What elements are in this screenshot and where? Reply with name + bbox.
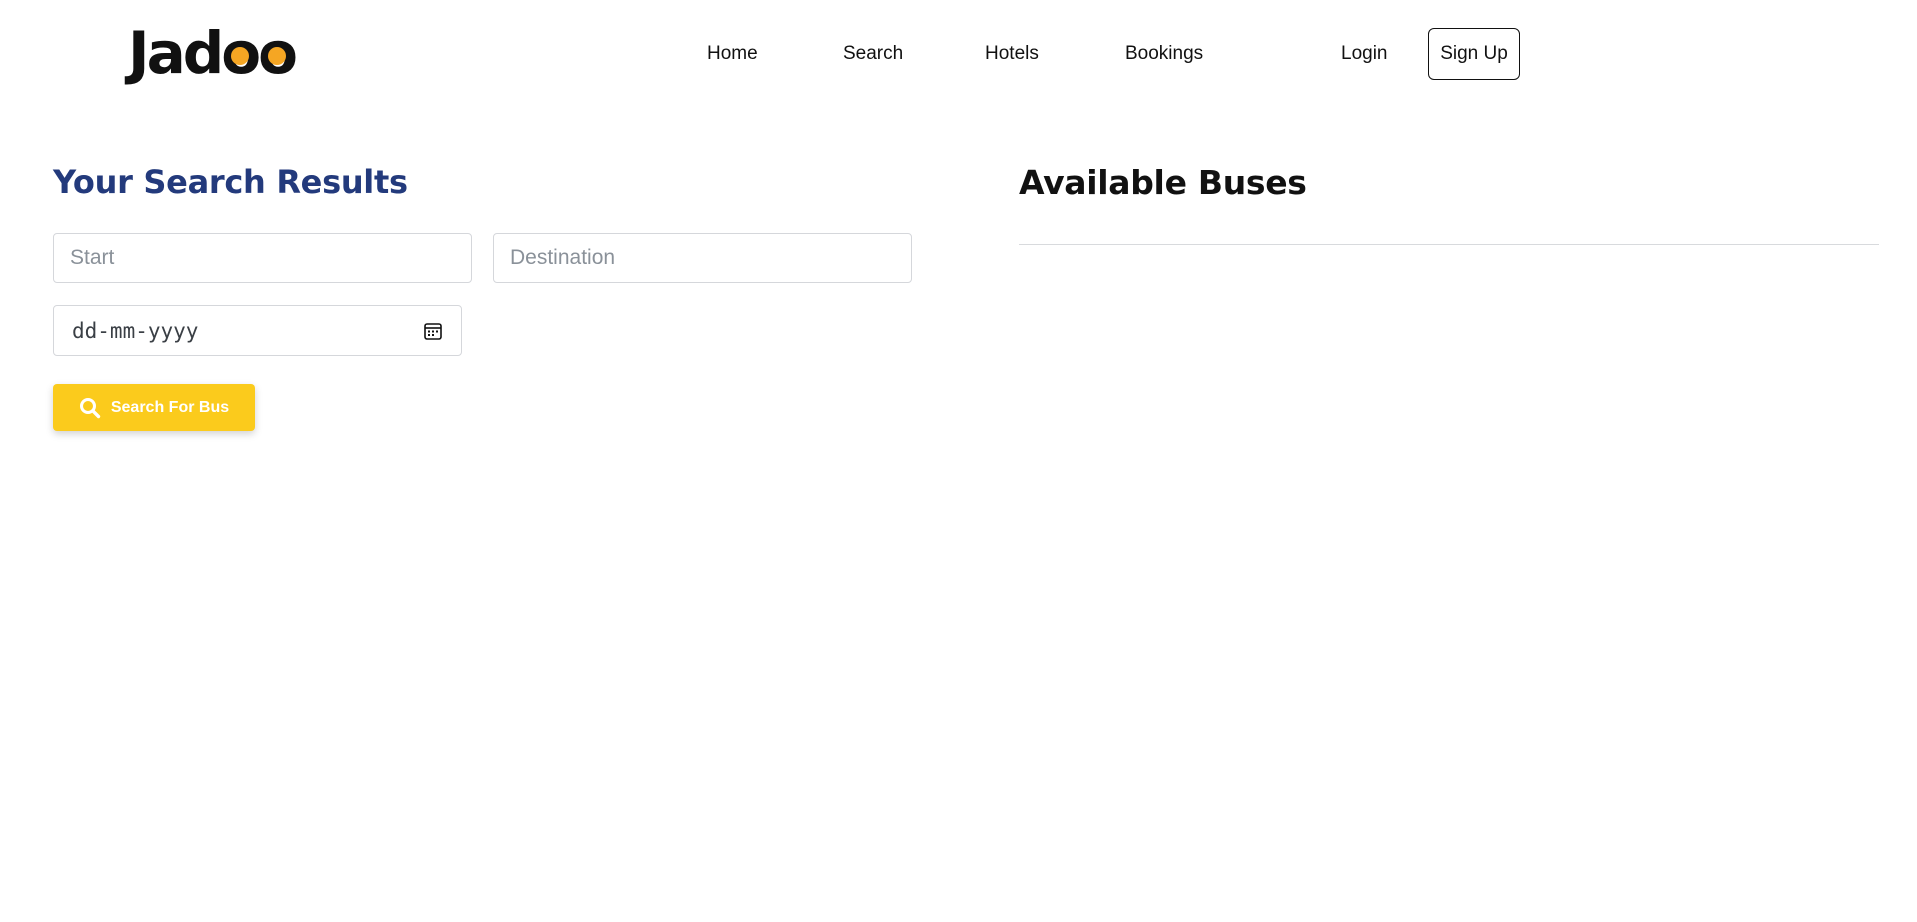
- search-icon: [79, 397, 101, 418]
- destination-input[interactable]: [493, 233, 912, 283]
- jadoo-logo[interactable]: Jadoo: [128, 24, 298, 82]
- nav-login-link[interactable]: Login: [1341, 43, 1388, 65]
- available-buses-title: Available Buses: [1019, 163, 1307, 202]
- search-for-bus-button[interactable]: Search For Bus: [53, 384, 255, 431]
- page: Jadoo Home Search Hotels Bookings Login …: [0, 0, 1917, 922]
- search-for-bus-label: Search For Bus: [110, 398, 230, 416]
- nav-home-link[interactable]: Home: [707, 43, 758, 65]
- search-results-title: Your Search Results: [53, 163, 408, 201]
- nav-hotels-link[interactable]: Hotels: [985, 43, 1039, 65]
- nav-search-link[interactable]: Search: [843, 43, 903, 65]
- start-input[interactable]: [53, 233, 472, 283]
- nav-bookings-link[interactable]: Bookings: [1125, 43, 1203, 65]
- results-divider: [1019, 244, 1879, 245]
- date-input[interactable]: dd-mm-yyyy: [53, 305, 462, 356]
- date-placeholder: dd-mm-yyyy: [72, 318, 199, 343]
- calendar-icon[interactable]: [423, 321, 443, 341]
- signup-button[interactable]: Sign Up: [1428, 28, 1520, 80]
